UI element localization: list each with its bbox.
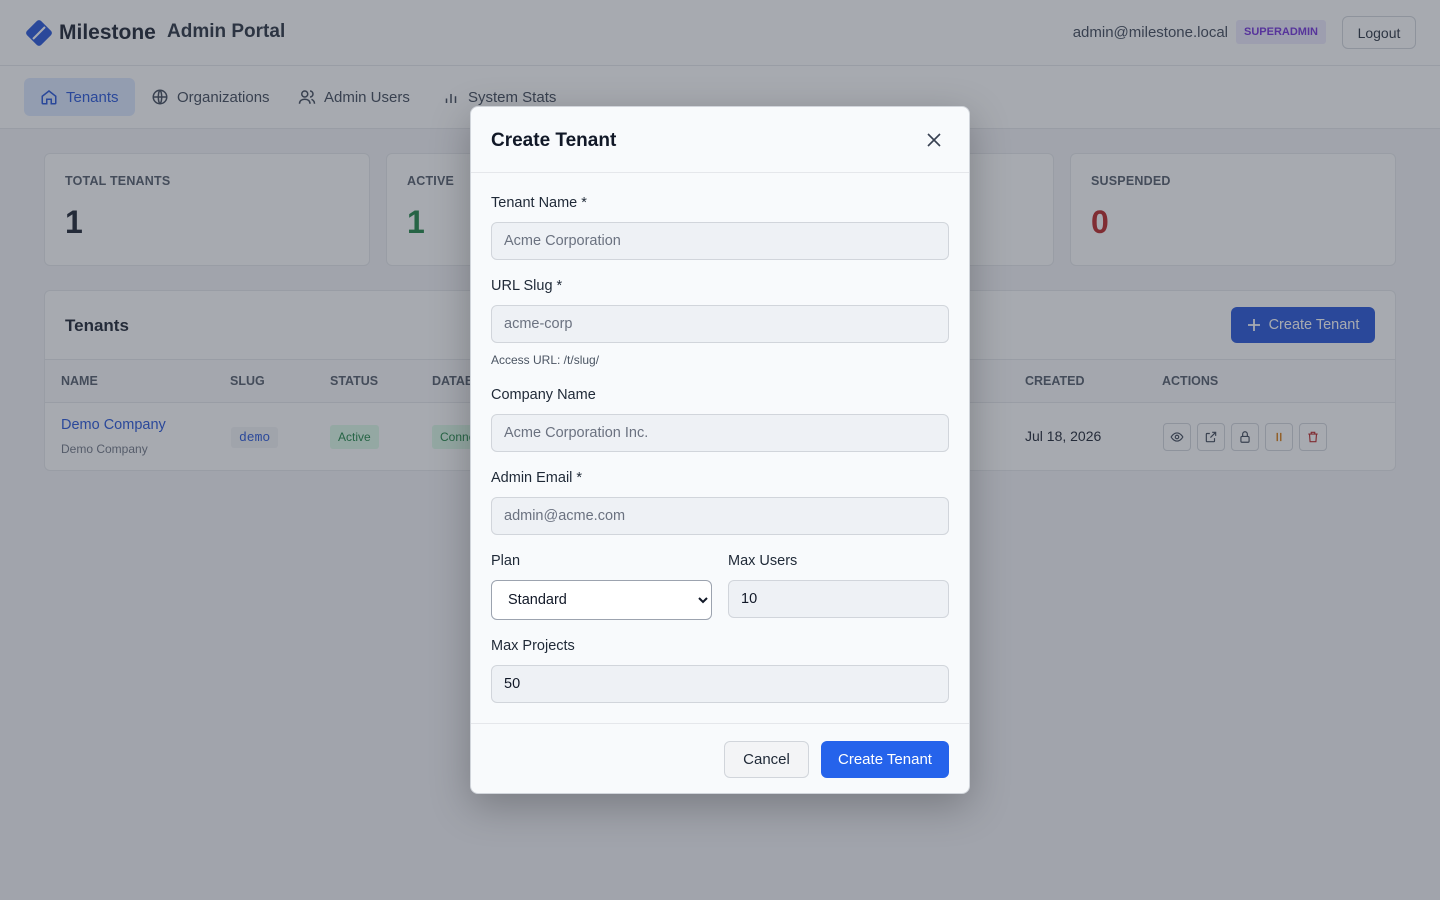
url-slug-input[interactable] [491,305,949,343]
company-name-input[interactable] [491,414,949,452]
create-tenant-modal: Create Tenant Tenant Name * URL Slug * A… [470,106,970,794]
modal-title: Create Tenant [491,130,617,151]
modal-header: Create Tenant [471,107,969,173]
close-button[interactable] [923,129,945,151]
submit-create-tenant-button[interactable]: Create Tenant [821,741,949,778]
company-name-label: Company Name [491,387,596,403]
max-users-input[interactable] [728,580,949,618]
url-slug-label: URL Slug * [491,278,563,294]
admin-email-label: Admin Email * [491,470,583,486]
tenant-name-label: Tenant Name * [491,195,587,211]
plan-label: Plan [491,553,521,569]
modal-footer: Cancel Create Tenant [471,723,969,793]
plan-select[interactable]: Standard [491,580,712,620]
max-projects-label: Max Projects [491,638,575,654]
max-users-label: Max Users [728,553,798,569]
url-slug-hint: Access URL: /t/slug/ [491,353,600,367]
close-icon [927,133,941,147]
max-projects-input[interactable] [491,665,949,703]
admin-email-input[interactable] [491,497,949,535]
cancel-button[interactable]: Cancel [724,741,809,778]
tenant-name-input[interactable] [491,222,949,260]
